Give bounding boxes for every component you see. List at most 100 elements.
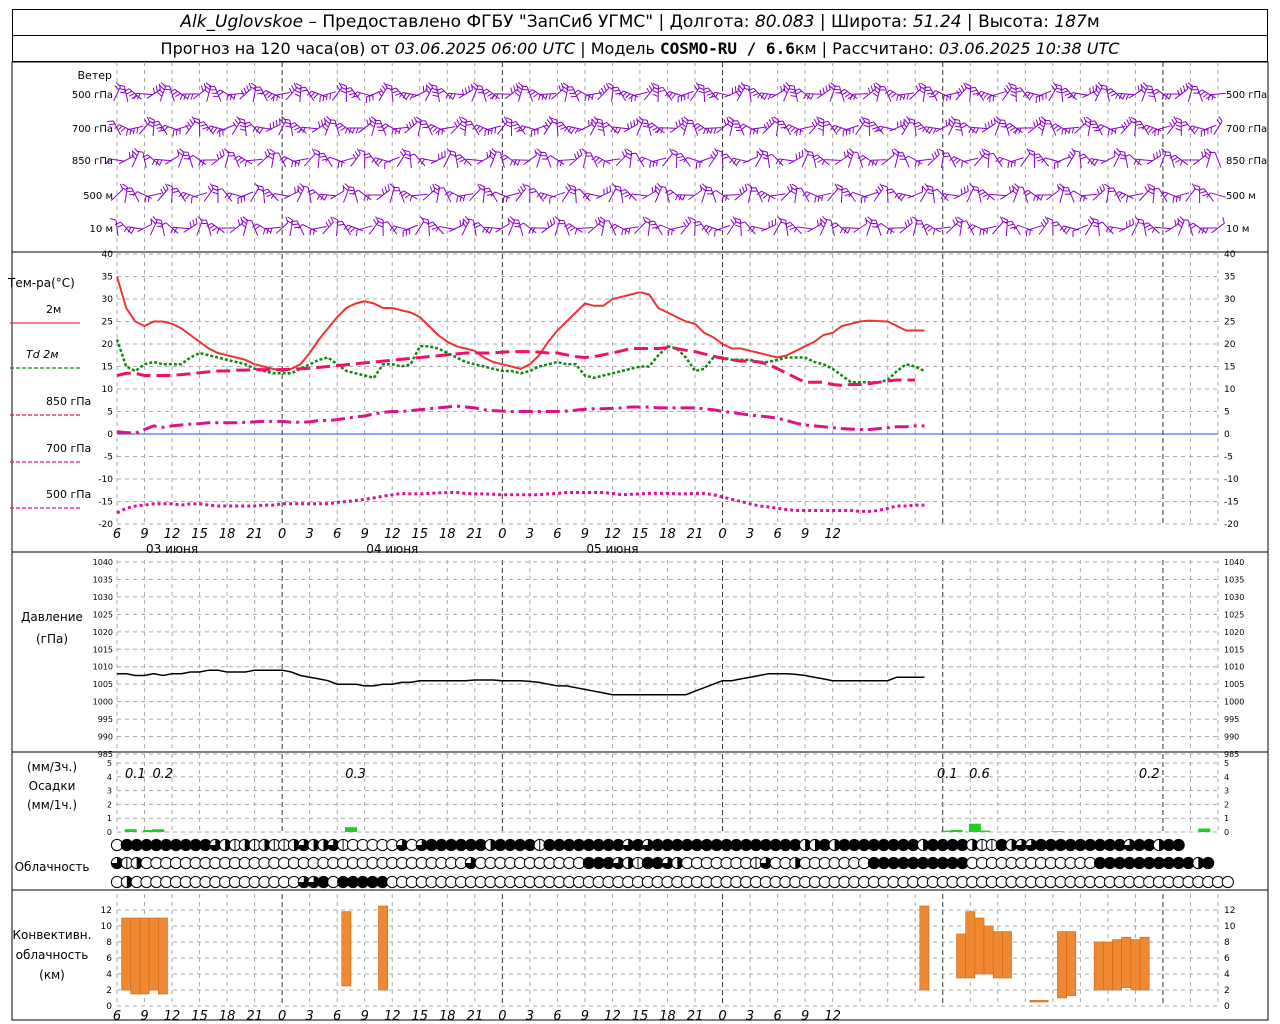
time-tick-label: 12 <box>604 527 621 542</box>
temp-tick-label: 25 <box>102 318 113 328</box>
wind-barb <box>945 216 959 234</box>
precip-label-3: (мм/1ч.) <box>27 798 77 812</box>
conv-cloud-bar <box>974 917 985 975</box>
time-tick-label: 9 <box>361 527 369 542</box>
time-tick-label: 15 <box>191 527 208 542</box>
wind-barb <box>1198 188 1214 202</box>
precip-tick-label-right: 0 <box>1224 828 1229 837</box>
wind-barb <box>969 86 985 101</box>
wind-barb <box>807 218 822 233</box>
cloud-circle <box>1221 875 1234 889</box>
wind-barb <box>337 157 355 169</box>
wind-barb <box>680 116 689 136</box>
wind-barb <box>885 188 903 202</box>
wind-barb <box>118 150 134 165</box>
wind-barb <box>767 193 786 203</box>
wind-barb <box>702 87 719 101</box>
conv-cloud-bar <box>1029 1000 1049 1003</box>
wind-barb <box>458 83 473 99</box>
wind-barb <box>1032 153 1049 167</box>
bottom-time-tick-label: 21 <box>467 1009 484 1024</box>
wind-barb <box>1190 86 1203 102</box>
wind-barb <box>749 187 763 203</box>
wind-barb <box>126 125 144 136</box>
temp-tick-label: -10 <box>98 475 113 485</box>
wind-barb <box>1014 87 1031 101</box>
conv-cloud-bar <box>919 905 930 991</box>
wind-barb <box>450 116 463 135</box>
pressure-tick-label: 995 <box>98 715 113 724</box>
wind-barb <box>514 82 524 102</box>
wind-barb <box>862 83 877 100</box>
wind-barb <box>1146 149 1162 165</box>
pressure-tick-label-right: 1010 <box>1224 663 1244 672</box>
temp-tick-label: 35 <box>102 273 113 283</box>
wind-barb <box>254 86 268 102</box>
bottom-time-tick-label: 9 <box>361 1009 369 1024</box>
conv-cloud-bar <box>130 917 141 995</box>
temp-tick-label-right: -10 <box>1224 475 1239 485</box>
wind-level-label-right: 500 м <box>1226 191 1256 202</box>
wind-barb <box>762 116 775 134</box>
temp-tick-label-right: 15 <box>1224 363 1235 373</box>
conv-cloud-bar <box>1130 939 1141 991</box>
wind-barb <box>510 121 526 135</box>
wind-barb <box>734 184 748 201</box>
wind-barb <box>257 148 271 166</box>
cloud-cover-symbol <box>1172 838 1185 852</box>
wind-barb <box>648 220 663 236</box>
conv-tick-label-right: 6 <box>1224 954 1230 964</box>
conv-cloud-bar <box>1066 931 1077 996</box>
precip-tick-label-right: 4 <box>1224 773 1229 782</box>
time-tick-label: 12 <box>824 527 841 542</box>
wind-barb <box>1051 221 1068 235</box>
wind-level-label-right: 700 гПа <box>1226 124 1267 135</box>
wind-barb <box>720 153 738 167</box>
precip-3h-total: 0.2 <box>153 767 174 782</box>
wind-barb <box>896 92 915 101</box>
precip-bar <box>950 829 963 832</box>
wind-barb <box>478 183 486 204</box>
temp-tick-label-right: -5 <box>1224 453 1233 463</box>
precip-tick-label: 2 <box>107 800 112 809</box>
precip-label-2: Осадки <box>29 779 76 793</box>
temp-tick-label: 5 <box>107 408 113 418</box>
wind-barb <box>808 116 820 135</box>
bottom-time-tick-label: 0 <box>718 1009 726 1024</box>
wind-barb <box>816 83 831 99</box>
wind-barb <box>979 225 997 236</box>
temp-tick-label-right: 10 <box>1224 385 1236 395</box>
wind-barb <box>483 187 498 203</box>
wind-barb <box>1103 183 1110 203</box>
wind-barb <box>422 183 436 201</box>
precip-tick-label-right: 1 <box>1224 814 1229 823</box>
wind-barb <box>285 82 298 101</box>
conv-tick-label-right: 8 <box>1224 938 1230 948</box>
conv-cloud-bar <box>983 925 994 975</box>
wind-barb <box>587 216 601 234</box>
wind-barb <box>265 118 281 133</box>
wind-barb <box>915 220 928 236</box>
temp-series-line <box>116 346 916 387</box>
wind-barb <box>1165 217 1180 233</box>
wind-barb <box>146 83 161 99</box>
wind-barb <box>1186 82 1194 102</box>
wind-barb <box>1027 117 1042 134</box>
wind-barb <box>1035 90 1052 103</box>
wind-barb <box>368 216 380 235</box>
time-tick-label: 0 <box>498 527 506 542</box>
conv-cloud-bar <box>992 931 1003 979</box>
bottom-time-tick-label: 15 <box>632 1009 649 1024</box>
wind-level-label: 850 гПа <box>72 156 113 167</box>
wind-barb <box>1038 216 1049 235</box>
wind-barb <box>177 148 185 168</box>
wind-barb <box>449 218 465 232</box>
wind-barb <box>211 149 225 166</box>
temp-tick-label-right: 20 <box>1224 340 1236 350</box>
wind-barb <box>521 85 534 102</box>
wind-barb <box>216 188 233 202</box>
time-tick-label: 15 <box>412 527 429 542</box>
wind-barb <box>1172 192 1190 204</box>
precip-label-1: (мм/3ч.) <box>27 760 77 774</box>
precip-tick-label: 0 <box>107 828 112 837</box>
